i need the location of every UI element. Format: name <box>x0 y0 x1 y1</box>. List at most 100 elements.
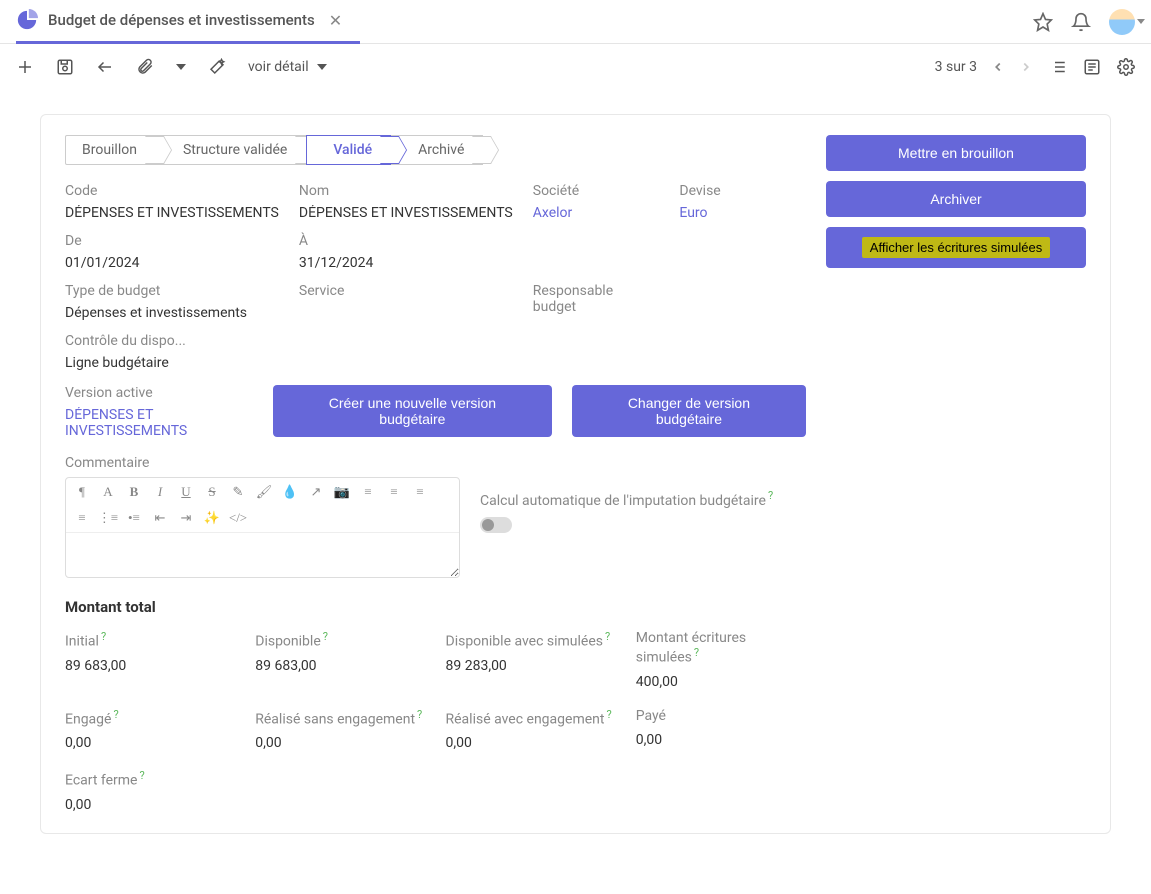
magic-icon[interactable] <box>208 58 226 76</box>
settings-icon[interactable] <box>1117 58 1135 76</box>
underline-icon[interactable]: U <box>178 484 194 500</box>
currency-link[interactable]: Euro <box>679 205 806 221</box>
new-version-button[interactable]: Créer une nouvelle version budgétaire <box>273 385 552 437</box>
disponible-value: 89 683,00 <box>255 658 425 674</box>
version-link[interactable]: DÉPENSES ET INVESTISSEMENTS <box>65 407 253 439</box>
ecart-label: Ecart ferme? <box>65 769 235 789</box>
italic-icon[interactable]: I <box>152 484 168 500</box>
help-icon[interactable]: ? <box>323 630 328 643</box>
strike-icon[interactable]: S <box>204 484 220 500</box>
attachment-icon[interactable] <box>136 58 154 76</box>
toolbar: voir détail 3 sur 3 <box>0 44 1151 90</box>
next-icon[interactable] <box>1019 60 1033 74</box>
view-label: voir détail <box>248 59 309 75</box>
draft-button[interactable]: Mettre en brouillon <box>826 135 1086 171</box>
help-icon[interactable]: ? <box>417 708 422 721</box>
brush-icon[interactable]: 🖌 <box>256 484 272 500</box>
paye-value: 0,00 <box>636 732 806 748</box>
editor-toolbar: ¶ A B I U S ✎ 🖌 💧 ↗ 📷 <box>66 478 459 533</box>
initial-value: 89 683,00 <box>65 658 235 674</box>
simulated-button[interactable]: Afficher les écritures simulées <box>826 227 1086 268</box>
engage-label: Engagé? <box>65 708 235 728</box>
real-sans-value: 0,00 <box>255 735 425 751</box>
magic-format-icon[interactable]: ✨ <box>204 510 220 526</box>
simulated-highlight: Afficher les écritures simulées <box>862 237 1050 258</box>
list-bullet-icon[interactable]: •≡ <box>126 510 142 526</box>
code-value: DÉPENSES ET INVESTISSEMENTS <box>65 205 279 221</box>
star-icon[interactable] <box>1033 12 1053 32</box>
outdent-icon[interactable]: ⇤ <box>152 510 168 526</box>
name-label: Nom <box>299 183 513 199</box>
disponible-label: Disponible? <box>255 630 425 650</box>
status-flow: Brouillon Structure validée Validé Archi… <box>65 135 806 165</box>
initial-label: Initial? <box>65 630 235 650</box>
help-icon[interactable]: ? <box>768 489 773 502</box>
save-icon[interactable] <box>56 58 74 76</box>
dispo-sim-label: Disponible avec simulées? <box>446 630 616 650</box>
type-label: Type de budget <box>65 283 279 299</box>
align-justify-icon[interactable]: ≡ <box>74 510 90 526</box>
change-version-button[interactable]: Changer de version budgétaire <box>572 385 806 437</box>
currency-label: Devise <box>679 183 806 199</box>
link-icon[interactable]: ↗ <box>308 484 324 500</box>
list-view-icon[interactable] <box>1049 58 1067 76</box>
to-label: À <box>299 233 513 249</box>
status-structure-validee[interactable]: Structure validée <box>156 135 306 165</box>
comment-label: Commentaire <box>65 455 460 471</box>
company-link[interactable]: Axelor <box>533 205 660 221</box>
pencil-icon[interactable]: ✎ <box>230 484 246 500</box>
budget-card: Brouillon Structure validée Validé Archi… <box>40 114 1111 834</box>
name-value: DÉPENSES ET INVESTISSEMENTS <box>299 205 513 221</box>
status-valide[interactable]: Validé <box>306 135 391 165</box>
prev-icon[interactable] <box>991 60 1005 74</box>
bold-icon[interactable]: B <box>126 484 142 500</box>
back-icon[interactable] <box>96 58 114 76</box>
control-value: Ligne budgétaire <box>65 355 279 371</box>
auto-calc-toggle[interactable] <box>480 517 512 533</box>
plus-icon[interactable] <box>16 58 34 76</box>
more-dropdown[interactable] <box>176 64 186 70</box>
comment-textarea[interactable] <box>66 533 459 577</box>
indent-icon[interactable]: ⇥ <box>178 510 194 526</box>
paye-label: Payé <box>636 708 806 724</box>
help-icon[interactable]: ? <box>139 769 144 782</box>
active-tab[interactable]: Budget de dépenses et investissements ✕ <box>16 0 360 44</box>
pager-text: 3 sur 3 <box>935 59 977 75</box>
budget-icon <box>16 9 38 31</box>
archive-button[interactable]: Archiver <box>826 181 1086 217</box>
type-value: Dépenses et investissements <box>65 305 279 321</box>
list-ordered-icon[interactable]: ⋮≡ <box>100 510 116 526</box>
code-icon[interactable]: </> <box>230 510 246 526</box>
engage-value: 0,00 <box>65 735 235 751</box>
to-value: 31/12/2024 <box>299 255 513 271</box>
status-brouillon[interactable]: Brouillon <box>65 135 156 165</box>
auto-calc-label: Calcul automatique de l'imputation budgé… <box>480 493 773 509</box>
help-icon[interactable]: ? <box>605 630 610 643</box>
camera-icon[interactable]: 📷 <box>334 484 350 500</box>
align-left-icon[interactable]: ≡ <box>360 484 376 500</box>
help-icon[interactable]: ? <box>101 630 106 643</box>
align-right-icon[interactable]: ≡ <box>412 484 428 500</box>
version-label: Version active <box>65 385 253 401</box>
align-center-icon[interactable]: ≡ <box>386 484 402 500</box>
control-label: Contrôle du dispo... <box>65 333 279 349</box>
service-label: Service <box>299 283 513 299</box>
detail-view-icon[interactable] <box>1083 58 1101 76</box>
help-icon[interactable]: ? <box>606 708 611 721</box>
from-label: De <box>65 233 279 249</box>
real-avec-value: 0,00 <box>446 735 616 751</box>
respo-label: Responsable budget <box>533 283 660 315</box>
close-icon[interactable]: ✕ <box>325 11 346 30</box>
drop-icon[interactable]: 💧 <box>282 484 298 500</box>
help-icon[interactable]: ? <box>694 646 699 659</box>
comment-editor[interactable]: ¶ A B I U S ✎ 🖌 💧 ↗ 📷 <box>65 477 460 578</box>
help-icon[interactable]: ? <box>113 708 118 721</box>
real-avec-label: Réalisé avec engagement? <box>446 708 616 728</box>
paragraph-icon[interactable]: ¶ <box>74 484 90 500</box>
user-avatar[interactable] <box>1109 9 1135 35</box>
from-value: 01/01/2024 <box>65 255 279 271</box>
code-label: Code <box>65 183 279 199</box>
view-selector[interactable]: voir détail <box>248 59 327 75</box>
bell-icon[interactable] <box>1071 12 1091 32</box>
font-icon[interactable]: A <box>100 484 116 500</box>
